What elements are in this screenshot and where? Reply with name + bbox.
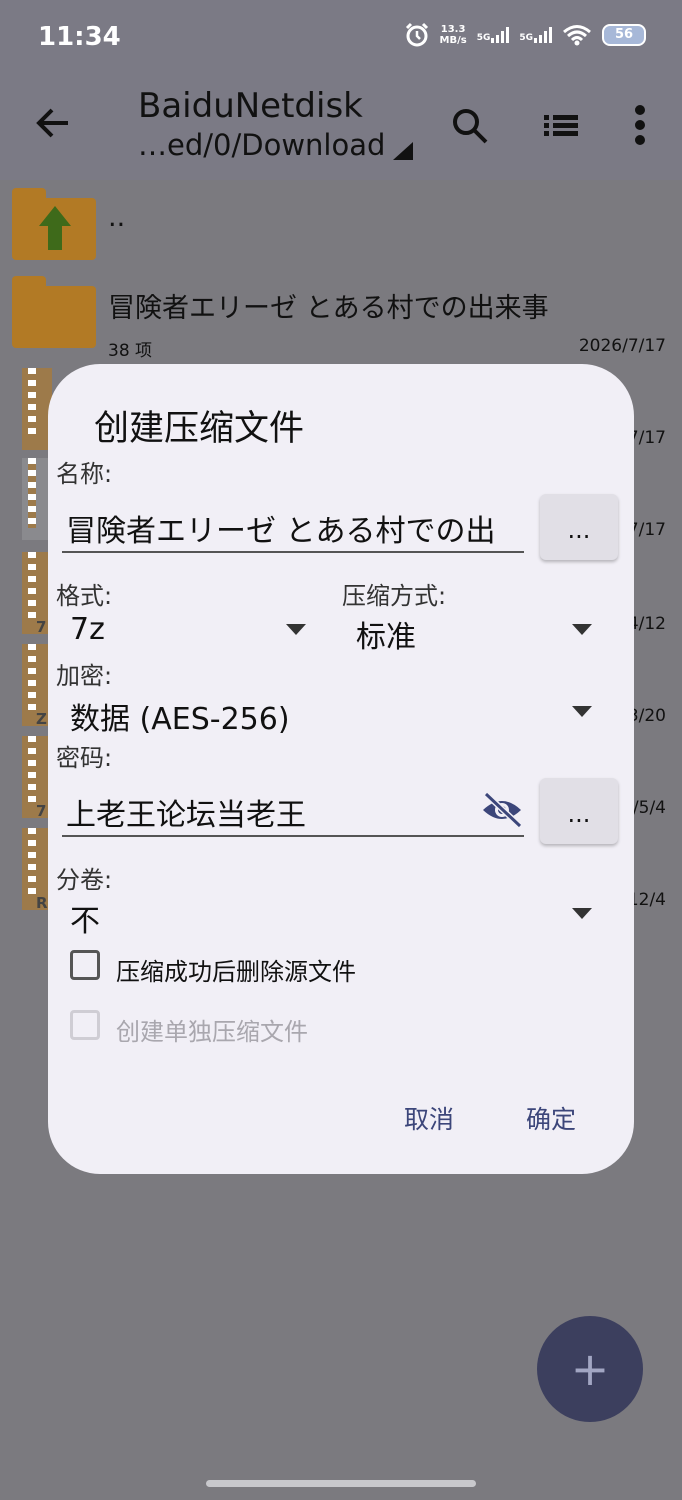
list-view-icon[interactable] [542,106,580,144]
file-date: 2026/7/17 [578,336,666,356]
chevron-down-icon [572,908,592,919]
create-archive-dialog: 创建压缩文件 名称: 冒険者エリーゼ とある村での出 ... 格式: 7z 压缩… [48,364,634,1174]
status-icons: 13.3 MB/s 5G 5G 56 [404,22,646,48]
current-path: …ed/0/Download [138,128,386,162]
encryption-select[interactable]: 数据 (AES-256) [70,694,290,738]
title-block[interactable]: BaiduNetdisk …ed/0/Download [138,86,414,162]
more-vert-icon[interactable] [630,102,650,148]
search-icon[interactable] [450,106,490,146]
status-time: 11:34 [38,22,121,52]
add-fab-button[interactable]: + [537,1316,643,1422]
name-label: 名称: [56,460,113,488]
file-date: /5/4 [632,798,666,818]
list-item[interactable]: 冒険者エリーゼ とある村での出来事 38 项 2026/7/17 [0,270,682,362]
eye-off-icon[interactable] [480,792,524,828]
list-item[interactable]: .. [0,180,682,270]
separate-archives-checkbox[interactable] [70,1010,100,1040]
chevron-down-icon [572,624,592,635]
separate-archives-label: 创建单独压缩文件 [116,1018,308,1046]
format-select[interactable]: 7z [70,612,105,647]
split-volume-select[interactable]: 不 [70,896,100,940]
app-title: BaiduNetdisk [138,86,363,126]
folder-up-icon [12,188,96,260]
alarm-icon [405,22,428,47]
password-options-button[interactable]: ... [540,778,618,844]
file-name: .. [108,202,126,233]
cancel-button[interactable]: 取消 [404,1100,454,1136]
network-speed: 13.3 MB/s [439,24,467,46]
password-input[interactable]: 上老王论坛当老王 [66,790,476,834]
file-name: 冒険者エリーゼ とある村での出来事 [108,293,549,324]
home-indicator[interactable] [206,1480,476,1487]
battery-indicator: 56 [602,24,646,46]
dialog-title: 创建压缩文件 [94,409,305,449]
wifi-icon [563,25,591,46]
format-label: 格式: [56,582,113,610]
delete-source-label: 压缩成功后删除源文件 [116,958,356,986]
compression-method-select[interactable]: 标准 [356,612,416,656]
back-arrow-icon[interactable] [34,104,72,142]
folder-icon [12,276,96,348]
dropdown-corner-icon [393,142,414,160]
browse-name-button[interactable]: ... [540,494,618,560]
chevron-down-icon [286,624,306,635]
encryption-label: 加密: [56,662,113,690]
delete-source-checkbox[interactable] [70,950,100,980]
compression-method-label: 压缩方式: [342,582,447,610]
status-bar: 11:34 13.3 MB/s 5G 5G 56 [0,0,682,76]
path-selector[interactable]: …ed/0/Download [138,128,414,162]
archive-name-input[interactable]: 冒険者エリーゼ とある村での出 [66,506,524,550]
app-bar: BaiduNetdisk …ed/0/Download [0,76,682,180]
signal-sim1-icon: 5G [477,27,510,43]
password-label: 密码: [56,744,113,772]
file-meta: 38 项 [108,341,153,361]
split-volume-label: 分卷: [56,866,113,894]
ok-button[interactable]: 确定 [526,1100,576,1136]
signal-sim2-icon: 5G [519,27,552,43]
chevron-down-icon [572,706,592,717]
